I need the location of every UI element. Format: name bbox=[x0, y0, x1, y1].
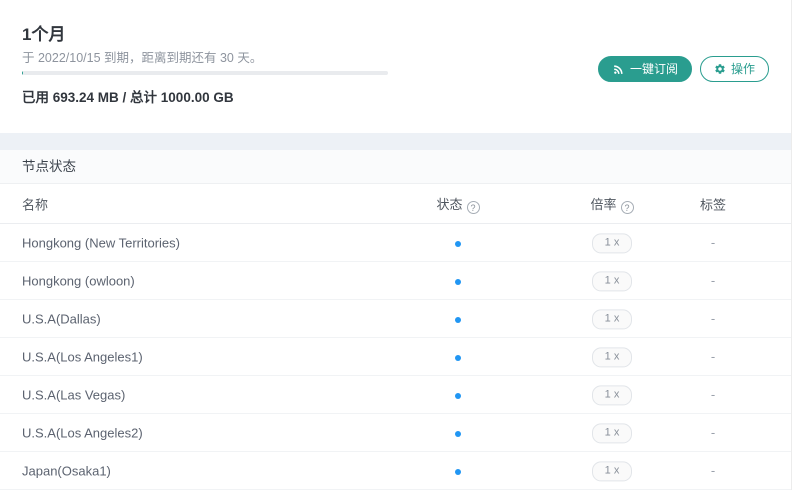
node-tag-cell: - bbox=[673, 462, 753, 480]
node-status-cell bbox=[418, 234, 498, 252]
card-buttons: 一键订阅 操作 bbox=[597, 56, 769, 82]
node-rate-cell: 1 x bbox=[552, 346, 672, 368]
node-name: Japan(Osaka1) bbox=[22, 463, 111, 478]
node-name: Hongkong (owloon) bbox=[22, 273, 135, 288]
node-tag-cell: - bbox=[673, 310, 753, 328]
table-row: Hongkong (owloon) 1 x - bbox=[0, 262, 791, 300]
column-header-status: 状态? bbox=[418, 194, 498, 214]
rate-badge: 1 x bbox=[591, 346, 633, 368]
subscribe-button[interactable]: 一键订阅 bbox=[597, 56, 692, 82]
column-header-name: 名称 bbox=[22, 197, 49, 212]
rate-help-question-circle-icon[interactable]: ? bbox=[620, 200, 634, 214]
status-dot-icon bbox=[455, 278, 461, 285]
node-tag-cell: - bbox=[673, 272, 753, 290]
subscribe-button-label: 一键订阅 bbox=[629, 62, 678, 76]
tag-value: - bbox=[710, 386, 716, 402]
node-tag-cell: - bbox=[673, 424, 753, 442]
node-status-cell bbox=[418, 310, 498, 328]
rate-badge: 1 x bbox=[591, 384, 633, 406]
node-name: U.S.A(Las Vegas) bbox=[22, 387, 126, 402]
usage-progress-bar bbox=[22, 71, 388, 75]
expiry-text: 于 2022/10/15 到期，距离到期还有 30 天。 bbox=[22, 51, 263, 65]
node-rate-cell: 1 x bbox=[552, 270, 672, 292]
rate-badge: 1 x bbox=[591, 270, 633, 292]
node-tag-cell: - bbox=[673, 386, 753, 404]
tag-value: - bbox=[710, 272, 716, 288]
table-header-row: 名称 状态? 倍率? 标签 bbox=[0, 184, 791, 224]
table-row: U.S.A(Los Angeles1) 1 x - bbox=[0, 338, 791, 376]
usage-text: 已用 693.24 MB / 总计 1000.00 GB bbox=[22, 90, 234, 105]
status-help-question-circle-icon[interactable]: ? bbox=[466, 200, 480, 214]
rate-badge: 1 x bbox=[591, 308, 633, 330]
subscription-card: 1个月 于 2022/10/15 到期，距离到期还有 30 天。 已用 693.… bbox=[0, 0, 791, 133]
node-rate-cell: 1 x bbox=[552, 460, 672, 482]
node-status-cell bbox=[418, 386, 498, 404]
column-header-rate: 倍率? bbox=[552, 194, 672, 214]
page-content: 1个月 于 2022/10/15 到期，距离到期还有 30 天。 已用 693.… bbox=[0, 0, 792, 490]
node-rate-cell: 1 x bbox=[552, 384, 672, 406]
status-dot-icon bbox=[455, 392, 461, 399]
tag-value: - bbox=[710, 348, 716, 364]
table-row: U.S.A(Dallas) 1 x - bbox=[0, 300, 791, 338]
node-rate-cell: 1 x bbox=[552, 232, 672, 254]
section-divider bbox=[0, 133, 791, 150]
actions-button[interactable]: 操作 bbox=[699, 56, 769, 82]
node-rate-cell: 1 x bbox=[552, 308, 672, 330]
node-name: U.S.A(Los Angeles1) bbox=[22, 349, 143, 364]
node-status-section-title: 节点状态 bbox=[0, 150, 791, 184]
node-tag-cell: - bbox=[673, 348, 753, 366]
node-name: Hongkong (New Territories) bbox=[22, 235, 180, 250]
status-dot-icon bbox=[455, 316, 461, 323]
tag-value: - bbox=[710, 310, 716, 326]
table-row: U.S.A(Las Vegas) 1 x - bbox=[0, 376, 791, 414]
table-row: U.S.A(Los Angeles2) 1 x - bbox=[0, 414, 791, 452]
column-header-tag: 标签 bbox=[699, 197, 726, 212]
node-status-cell bbox=[418, 424, 498, 442]
tag-value: - bbox=[710, 462, 716, 478]
rate-badge: 1 x bbox=[591, 232, 633, 254]
node-status-cell bbox=[418, 462, 498, 480]
status-dot-icon bbox=[455, 430, 461, 437]
tag-value: - bbox=[710, 424, 716, 440]
rate-badge: 1 x bbox=[591, 422, 633, 444]
table-row: Japan(Osaka1) 1 x - bbox=[0, 452, 791, 490]
node-name: U.S.A(Los Angeles2) bbox=[22, 425, 143, 440]
node-status-cell bbox=[418, 272, 498, 290]
node-rate-cell: 1 x bbox=[552, 422, 672, 444]
plan-title: 1个月 bbox=[22, 25, 66, 44]
node-status-card: 节点状态 名称 状态? 倍率? 标签 Hongkong (New Territo… bbox=[0, 150, 791, 490]
node-name: U.S.A(Dallas) bbox=[22, 311, 101, 326]
gear-icon bbox=[714, 63, 726, 75]
status-dot-icon bbox=[455, 354, 461, 361]
node-status-cell bbox=[418, 348, 498, 366]
rate-badge: 1 x bbox=[591, 460, 633, 482]
status-dot-icon bbox=[455, 468, 461, 475]
actions-button-label: 操作 bbox=[730, 62, 755, 76]
status-dot-icon bbox=[455, 240, 461, 247]
node-table-body: Hongkong (New Territories) 1 x - Hongkon… bbox=[0, 224, 791, 490]
rss-icon bbox=[612, 63, 625, 76]
node-tag-cell: - bbox=[673, 234, 753, 252]
tag-value: - bbox=[710, 234, 716, 250]
table-row: Hongkong (New Territories) 1 x - bbox=[0, 224, 791, 262]
